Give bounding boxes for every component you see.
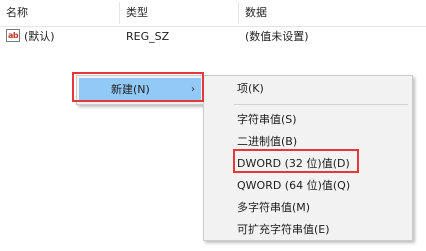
submenu-item-string-value-label: 字符串值(S) (237, 113, 297, 126)
submenu-item-multi-string-value-label: 多字符串值(M) (237, 201, 311, 214)
submenu-item-qword-value[interactable]: QWORD (64 位)值(Q) (204, 175, 410, 197)
menu-item-new-label: 新建(N) (111, 83, 150, 96)
submenu-item-qword-value-label: QWORD (64 位)值(Q) (237, 179, 351, 192)
submenu-item-dword-value-label: DWORD (32 位)值(D) (237, 157, 350, 170)
value-name: (默认) (24, 30, 55, 43)
menu-item-new[interactable]: 新建(N) › (79, 78, 201, 102)
submenu-item-key[interactable]: 项(K) (204, 78, 410, 100)
column-header-row: 名称 类型 数据 (0, 0, 426, 27)
string-value-icon: ab (6, 29, 20, 42)
submenu-item-binary-value[interactable]: 二进制值(B) (204, 131, 410, 153)
column-header-name[interactable]: 名称 (0, 0, 118, 26)
submenu-item-key-label: 项(K) (237, 82, 264, 95)
column-header-type[interactable]: 类型 (120, 0, 238, 26)
registry-value-row[interactable]: ab (默认) REG_SZ (数值未设置) (0, 27, 426, 46)
submenu-item-string-value[interactable]: 字符串值(S) (204, 109, 410, 131)
context-menu: 新建(N) › (76, 75, 204, 105)
value-data: (数值未设置) (245, 30, 309, 43)
submenu-item-dword-value[interactable]: DWORD (32 位)值(D) (204, 153, 410, 175)
column-header-data[interactable]: 数据 (239, 0, 426, 26)
submenu-arrow-icon: › (191, 84, 195, 95)
value-type: REG_SZ (126, 30, 170, 43)
new-submenu: 项(K) 字符串值(S) 二进制值(B) DWORD (32 位)值(D) QW… (203, 75, 413, 241)
submenu-item-expandable-string-value-label: 可扩充字符串值(E) (237, 223, 330, 236)
submenu-item-multi-string-value[interactable]: 多字符串值(M) (204, 197, 410, 219)
submenu-item-expandable-string-value[interactable]: 可扩充字符串值(E) (204, 219, 410, 241)
submenu-item-binary-value-label: 二进制值(B) (237, 135, 298, 148)
menu-separator (234, 104, 408, 105)
